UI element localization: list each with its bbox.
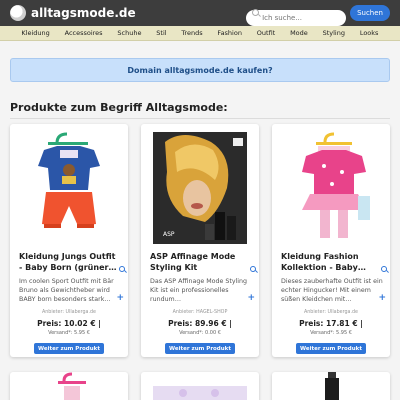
product-image-boy-outfit[interactable] [22, 132, 116, 244]
nav-item-styling[interactable]: Styling [323, 29, 345, 37]
product-title[interactable]: ASP Affinage Mode Styling Kit [150, 251, 252, 273]
product-image-pastel-product[interactable] [153, 384, 247, 400]
product-image-styling-kit[interactable]: ASP [153, 132, 247, 244]
product-shipping: Versand*: 0.00 € [179, 330, 221, 336]
search-area: Suchen [246, 5, 390, 26]
category-nav: Kleidung Accessoires Schuhe Stil Trends … [0, 26, 400, 41]
nav-item-schuhe[interactable]: Schuhe [117, 29, 141, 37]
product-title[interactable]: Kleidung Jungs Outfit - Baby Born (grüne… [19, 251, 121, 273]
brand-name[interactable]: alltagsmode.de [31, 6, 136, 20]
nav-item-looks[interactable]: Looks [360, 29, 379, 37]
search-box [246, 5, 347, 26]
product-shipping: Versand*: 5.95 € [48, 330, 90, 336]
to-product-button[interactable]: Weiter zum Produkt [34, 343, 104, 354]
search-input[interactable] [246, 10, 347, 26]
magnifier-icon[interactable] [119, 266, 125, 272]
top-bar: alltagsmode.de Suchen [0, 0, 400, 26]
product-seller: Anbieter: Ullaberga.de [41, 310, 97, 315]
product-shipping: Versand*: 5.95 € [310, 330, 352, 336]
product-card: Kleidung Jungs Outfit - Baby Born (grüne… [10, 124, 128, 357]
search-button[interactable]: Suchen [350, 5, 390, 21]
product-title[interactable]: Kleidung Fashion Kollektion - Baby… [281, 251, 383, 273]
product-image-doll-outfit[interactable] [50, 372, 90, 400]
domain-sale-text[interactable]: Domain alltagsmode.de kaufen? [127, 66, 272, 75]
product-card [272, 372, 390, 400]
product-card: Kleidung Fashion Kollektion - Baby… Dies… [272, 124, 390, 357]
nav-item-mode[interactable]: Mode [290, 29, 308, 37]
domain-sale-banner[interactable]: Domain alltagsmode.de kaufen? [10, 58, 390, 82]
product-price: Preis: 10.02 € | [37, 319, 101, 328]
plus-icon[interactable]: + [116, 293, 124, 303]
search-icon [252, 9, 260, 16]
to-product-button[interactable]: Weiter zum Produkt [165, 343, 235, 354]
plus-icon[interactable]: + [247, 293, 255, 303]
product-seller: Anbieter: HAGEL-SHOP [172, 310, 228, 315]
logo-icon[interactable] [10, 5, 26, 21]
section-title: Produkte zum Begriff Alltagsmode: [10, 101, 228, 114]
svg-text:ASP: ASP [163, 231, 175, 238]
product-image-fashion-collection[interactable] [284, 132, 378, 244]
divider [10, 118, 390, 119]
nav-item-outfit[interactable]: Outfit [257, 29, 275, 37]
product-card: ASP ASP Affinage Mode Styling Kit Das AS… [141, 124, 259, 357]
product-image-bottle[interactable] [322, 372, 342, 400]
nav-item-trends[interactable]: Trends [181, 29, 202, 37]
product-price: Preis: 17.81 € | [299, 319, 363, 328]
magnifier-icon[interactable] [250, 266, 256, 272]
plus-icon[interactable]: + [378, 293, 386, 303]
product-price: Preis: 89.96 € | [168, 319, 232, 328]
product-description: Dieses zauberhafte Outfit ist ein echter… [281, 278, 383, 303]
to-product-button[interactable]: Weiter zum Produkt [296, 343, 366, 354]
product-card [10, 372, 128, 400]
product-seller: Anbieter: Ullaberga.de [303, 310, 359, 315]
nav-item-fashion[interactable]: Fashion [217, 29, 242, 37]
product-description: Das ASP Affinage Mode Styling Kit ist ei… [150, 278, 248, 303]
product-description: Im coolen Sport Outfit mit Bär Bruno als… [19, 278, 114, 303]
nav-item-accessoires[interactable]: Accessoires [65, 29, 103, 37]
nav-item-stil[interactable]: Stil [156, 29, 166, 37]
nav-item-kleidung[interactable]: Kleidung [21, 29, 49, 37]
product-card [141, 372, 259, 400]
magnifier-icon[interactable] [381, 266, 387, 272]
